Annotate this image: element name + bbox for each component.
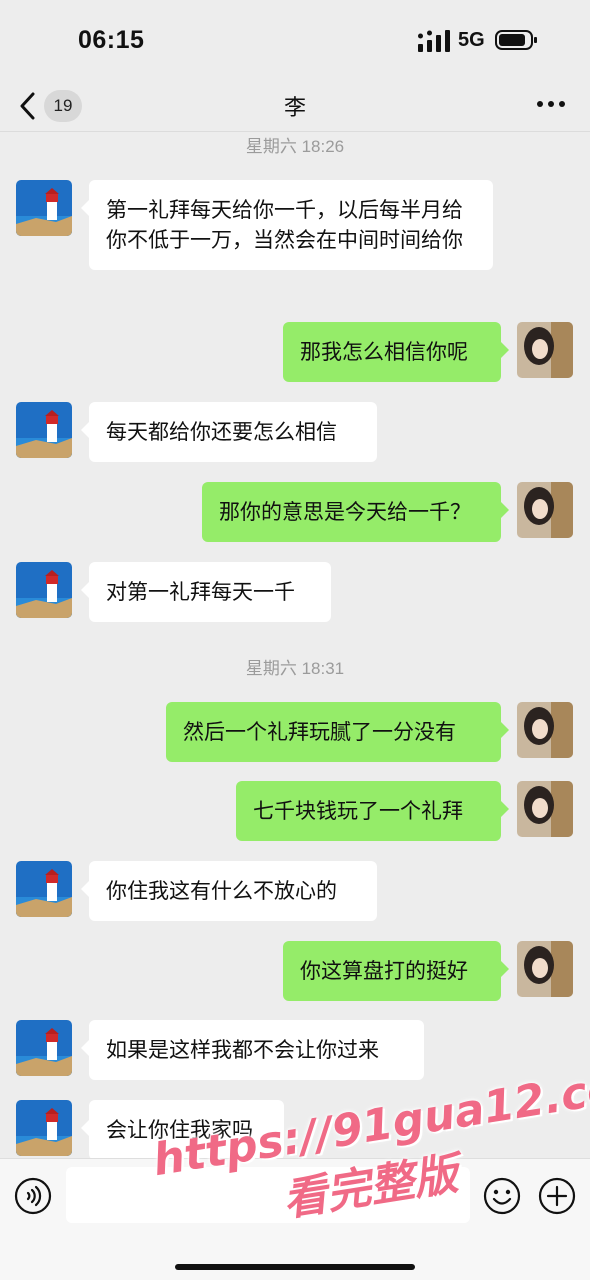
status-bar: 06:15 5G xyxy=(0,0,590,80)
sent-message-bubble[interactable]: 那你的意思是今天给一千？ xyxy=(202,482,509,542)
signal-icon xyxy=(418,30,450,52)
message-text-input[interactable] xyxy=(66,1167,470,1223)
home-indicator xyxy=(175,1264,415,1270)
lighthouse-avatar-image xyxy=(16,1020,72,1076)
received-message-bubble[interactable]: 如果是这样我都不会让你过来 xyxy=(81,1020,424,1080)
chat-header: 19 李 xyxy=(0,80,590,132)
received-message-bubble[interactable]: 每天都给你还要怎么相信 xyxy=(81,402,377,462)
emoji-icon[interactable] xyxy=(483,1177,521,1215)
contact-avatar[interactable] xyxy=(16,1100,72,1156)
user-avatar[interactable] xyxy=(517,781,573,837)
lighthouse-avatar-image xyxy=(16,180,72,236)
user-avatar[interactable] xyxy=(517,702,573,758)
sent-message-bubble[interactable]: 然后一个礼拜玩腻了一分没有 xyxy=(166,702,509,762)
user-avatar[interactable] xyxy=(517,482,573,538)
sent-message-bubble[interactable]: 你这算盘打的挺好 xyxy=(283,941,509,1001)
lighthouse-avatar-image xyxy=(16,861,72,917)
lighthouse-avatar-image xyxy=(16,1100,72,1156)
sent-message-bubble[interactable]: 那我怎么相信你呢 xyxy=(283,322,509,382)
lighthouse-avatar-image xyxy=(16,402,72,458)
contact-avatar[interactable] xyxy=(16,402,72,458)
message-timestamp: 星期六 18:26 xyxy=(245,137,345,156)
user-avatar[interactable] xyxy=(517,941,573,997)
message-timestamp: 星期六 18:31 xyxy=(245,659,345,678)
received-message-bubble[interactable]: 会让你住我家吗 xyxy=(81,1100,284,1160)
contact-avatar[interactable] xyxy=(16,1020,72,1076)
girl-avatar-image xyxy=(517,781,573,837)
contact-avatar[interactable] xyxy=(16,562,72,618)
girl-avatar-image xyxy=(517,482,573,538)
received-message-bubble[interactable]: 第一礼拜每天给你一千，以后每半月给你不低于一万，当然会在中间时间给你 xyxy=(81,180,493,270)
add-attachment-icon[interactable] xyxy=(538,1177,576,1215)
contact-avatar[interactable] xyxy=(16,861,72,917)
girl-avatar-image xyxy=(517,941,573,997)
user-avatar[interactable] xyxy=(517,322,573,378)
girl-avatar-image xyxy=(517,322,573,378)
sent-message-bubble[interactable]: 七千块钱玩了一个礼拜 xyxy=(236,781,509,841)
girl-avatar-image xyxy=(517,702,573,758)
message-input-bar xyxy=(0,1158,590,1280)
lighthouse-avatar-image xyxy=(16,562,72,618)
contact-avatar[interactable] xyxy=(16,180,72,236)
status-time: 06:15 xyxy=(78,26,145,54)
more-options-icon[interactable] xyxy=(536,92,566,116)
voice-input-icon[interactable] xyxy=(14,1177,52,1215)
chat-title: 李 xyxy=(283,96,306,121)
battery-icon xyxy=(495,30,537,50)
received-message-bubble[interactable]: 你住我这有什么不放心的 xyxy=(81,861,377,921)
network-type-label: 5G xyxy=(458,29,485,51)
received-message-bubble[interactable]: 对第一礼拜每天一千 xyxy=(81,562,331,622)
